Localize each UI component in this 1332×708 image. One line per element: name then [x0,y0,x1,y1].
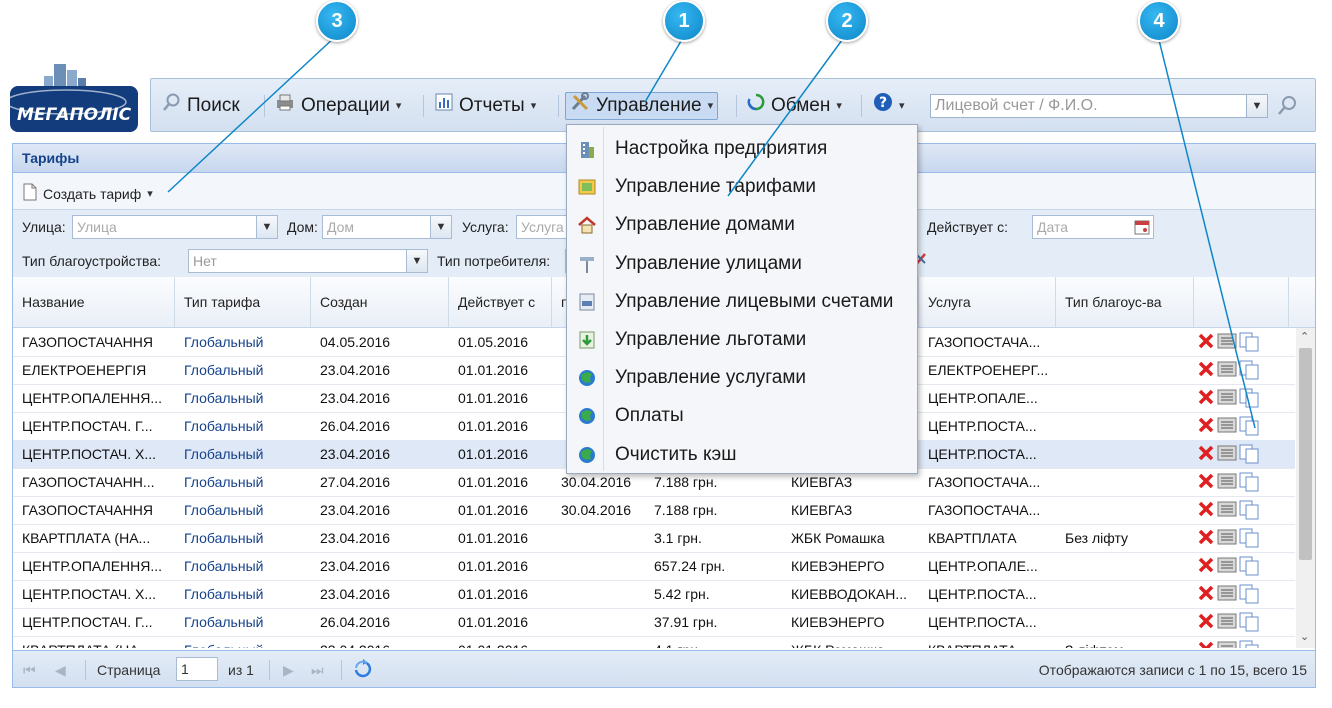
callout-4: 4 [1138,0,1180,42]
callout-1: 1 [663,0,705,42]
callout-lines [167,35,1256,429]
callout-3: 3 [316,0,358,42]
callout-2: 2 [826,0,868,42]
